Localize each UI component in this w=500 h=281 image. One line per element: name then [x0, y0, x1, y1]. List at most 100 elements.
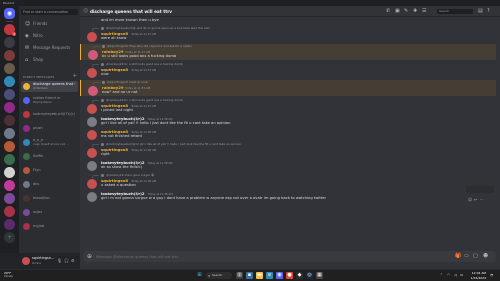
server-icon[interactable] [4, 219, 15, 230]
dm-search-input[interactable]: Find or start a conversation [21, 9, 78, 15]
member-list-icon[interactable]: ☰ [422, 8, 426, 15]
pinned-messages-icon[interactable]: ✎ [404, 8, 408, 15]
message[interactable]: lookmyteybuch(I/r)2 Today at 11:38 AM girl… [80, 116, 496, 127]
battery-icon[interactable]: ▭ [460, 272, 463, 279]
avatar[interactable] [87, 116, 97, 127]
server-icon[interactable]: 1 [4, 24, 16, 36]
voice-call-icon[interactable]: ✆ [386, 8, 390, 15]
dm-item[interactable]: e_e_e i sign myself at nice cool ... [21, 137, 78, 148]
reply-preview[interactable]: @rainboy29 bc u still looks good ans a f… [106, 98, 183, 102]
message[interactable]: squirtingsn8 Today at 11:38 AM ms not fini… [80, 129, 496, 140]
nav-message-requests[interactable]: ✉ Message Requests [21, 44, 78, 52]
taskbar-clock[interactable]: 12:04 AM 1/15/2024 [466, 271, 486, 280]
channel-search-input[interactable]: Search [437, 9, 473, 14]
dm-item[interactable]: xcjes [21, 207, 78, 218]
nav-nitro[interactable]: ◈ Nitro [21, 32, 78, 40]
message[interactable]: @rainboy29 she's gone vulgar 😭 squirtings… [80, 173, 496, 189]
taskbar-search[interactable]: ⌕ Search [206, 272, 232, 279]
file-explorer-icon[interactable]: ▬ [256, 272, 263, 279]
server-icon[interactable] [4, 180, 15, 191]
message[interactable]: and im more known then u bye [80, 18, 496, 24]
video-call-icon[interactable]: ▣ [395, 8, 400, 15]
app-icon-4[interactable]: ▦ [316, 272, 323, 279]
gift-icon[interactable]: 🎁 [455, 252, 461, 261]
server-list[interactable]: ◉ 1 + [0, 6, 19, 269]
app-icon-3[interactable]: ◆ [296, 272, 303, 279]
steam-icon[interactable]: ◎ [306, 272, 313, 279]
create-dm-icon[interactable]: + [73, 73, 77, 79]
message-input[interactable] [96, 253, 436, 260]
reply-preview[interactable]: @rainboy29 bc u still looks good ans a f… [106, 62, 183, 66]
volume-icon[interactable]: ◁ [454, 272, 457, 279]
server-icon[interactable] [4, 141, 15, 152]
dm-item[interactable]: myjob [21, 221, 78, 232]
dm-item[interactable]: plush [21, 123, 78, 134]
avatar[interactable] [87, 67, 97, 78]
avatar[interactable] [87, 147, 97, 158]
server-icon[interactable] [4, 193, 15, 204]
avatar[interactable] [88, 49, 98, 60]
dm-item[interactable]: Flyn [21, 165, 78, 176]
discord-taskbar-icon[interactable]: ◉ [276, 272, 283, 279]
message[interactable]: @rainboy29 bc u still looks good ans a f… [80, 62, 496, 78]
nav-shop[interactable]: ⌂ Shop [21, 56, 78, 64]
dm-item[interactable]: Soffin [21, 151, 78, 162]
message[interactable]: @lookmyteyebuch@r2 girl i like all of ya… [80, 142, 496, 158]
headphones-icon[interactable]: 🎧 [64, 258, 69, 263]
reply-preview[interactable]: @lookmyteyebuch@ and its ur gonna open u… [106, 26, 209, 30]
message[interactable]: lookmyteybuch(I/r)2 Today at 11:38 AM ok s… [80, 160, 496, 171]
server-icon[interactable] [4, 37, 15, 48]
reply-preview[interactable]: @rainboy29 she's gone vulgar 😭 [106, 173, 154, 177]
add-friends-icon[interactable]: ✚ [413, 8, 417, 15]
task-view-icon[interactable]: ▥ [236, 272, 243, 279]
emoji-icon[interactable]: ☻ [483, 252, 488, 261]
server-icon[interactable] [4, 206, 15, 217]
home-button[interactable]: ◉ [4, 8, 15, 19]
dm-item[interactable]: roblox friend nr Playing Roblox [21, 95, 78, 106]
gear-icon[interactable]: ⚙ [71, 258, 75, 263]
dm-item[interactable]: dks [21, 179, 78, 190]
dm-item[interactable]: discharge queens that w...4 Members [21, 81, 78, 92]
server-icon[interactable] [4, 50, 15, 61]
message[interactable]: @squirtingsn8 They why did i spend 4 and… [80, 44, 496, 60]
nav-friends[interactable]: ☺ Friends [21, 20, 78, 28]
wifi-icon[interactable]: ◠ [447, 272, 450, 279]
dm-item[interactable]: blood)ion [21, 193, 78, 204]
app-icon-2[interactable]: ● [286, 272, 293, 279]
gif-icon[interactable]: ▭ [464, 252, 469, 261]
edge-icon[interactable]: e [266, 272, 273, 279]
message[interactable]: lookmyteybuch(I/r)2 Today at 11:38 AM girl… [80, 191, 496, 202]
message-list[interactable]: and im more known then u bye @lookmyteyeb… [80, 17, 500, 248]
server-icon[interactable] [4, 167, 15, 178]
server-icon[interactable] [4, 154, 15, 165]
upload-plus-icon[interactable]: ⊕ [87, 252, 92, 261]
avatar[interactable] [87, 191, 97, 202]
server-icon[interactable] [4, 102, 15, 113]
reply-icon[interactable]: ↩ [474, 197, 477, 202]
message[interactable]: @squirtingsn8 meet @ noun rainboy29 Today … [80, 80, 496, 96]
server-icon[interactable] [4, 89, 15, 100]
avatar[interactable] [87, 160, 97, 171]
help-icon[interactable]: ? [487, 8, 490, 15]
avatar[interactable] [87, 103, 97, 114]
app-icon-1[interactable]: ▪ [246, 272, 253, 279]
add-reaction-icon[interactable]: ☺ [468, 197, 472, 202]
inbox-icon[interactable]: ▤ [478, 8, 483, 15]
channel-name[interactable]: discharge queens that will eat ttrv [90, 8, 172, 15]
avatar[interactable] [22, 257, 30, 265]
tray-chevron-icon[interactable]: ⌃ [440, 272, 443, 279]
add-server-button[interactable]: + [4, 232, 15, 243]
notification-bell-icon[interactable]: ◔ [490, 272, 493, 279]
server-icon[interactable] [4, 76, 15, 87]
dm-item[interactable]: lookmyteyebuch(I7r)(r) [21, 109, 78, 120]
microphone-icon[interactable]: 🎙 [57, 258, 62, 263]
server-icon[interactable] [4, 115, 15, 126]
avatar[interactable] [87, 129, 97, 140]
reply-preview[interactable]: @lookmyteyebuch@r2 girl i like all of ya… [106, 142, 241, 146]
windows-start-icon[interactable]: ⊞ [196, 272, 203, 279]
reply-preview[interactable]: @squirtingsn8 meet @ noun [107, 80, 148, 84]
avatar[interactable] [88, 85, 98, 96]
more-icon[interactable]: ⋯ [480, 197, 484, 202]
reply-preview[interactable]: @squirtingsn8 They why did i spend 4 and… [107, 44, 192, 48]
avatar[interactable] [87, 31, 97, 42]
